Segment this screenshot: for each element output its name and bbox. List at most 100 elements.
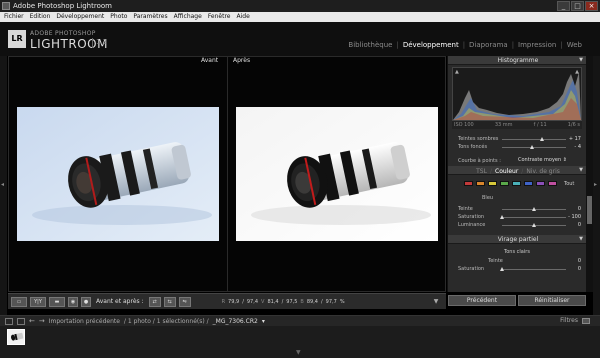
remove-spots-tool-icon[interactable]: ● — [81, 296, 91, 307]
copy-before-to-after-button[interactable]: ⇄ — [148, 296, 161, 307]
histogram[interactable]: ▲ ▲ — [452, 67, 582, 121]
chevron-down-icon[interactable]: ▾ — [262, 318, 265, 325]
toolbar-menu-chevron-icon[interactable]: ▼ — [431, 297, 441, 307]
second-window-icon[interactable] — [17, 317, 25, 325]
module-developpement[interactable]: Développement — [399, 41, 463, 49]
slider-knob[interactable] — [500, 215, 504, 219]
swatch-green[interactable] — [500, 181, 509, 186]
filter-switch-icon[interactable] — [582, 318, 590, 324]
slider-row-split-hue[interactable]: Teinte 0 — [448, 257, 586, 265]
slider-label: Luminance — [458, 222, 486, 228]
slider-track[interactable] — [502, 269, 566, 270]
slider-value[interactable]: + 17 — [569, 136, 581, 142]
swatch-purple[interactable] — [536, 181, 545, 186]
menu-fenetre[interactable]: Fenêtre — [208, 12, 231, 22]
swatch-blue[interactable] — [524, 181, 533, 186]
slider-knob[interactable] — [500, 267, 504, 271]
maximize-button[interactable]: □ — [571, 1, 584, 11]
module-bibliotheque[interactable]: Bibliothèque — [344, 41, 396, 49]
slider-value[interactable]: 0 — [578, 222, 581, 228]
tab-niveaux-de-gris[interactable]: Niv. de gris — [526, 166, 560, 177]
right-panel: Histogramme ▼ ▲ ▲ ISO 100 33 mm f / 11 1… — [447, 56, 586, 292]
filmstrip-filename[interactable]: _MG_7306.CR2 — [213, 318, 258, 325]
filmstrip-source[interactable]: Importation précédente — [49, 318, 120, 325]
swap-before-after-button[interactable]: ⇋ — [178, 296, 191, 307]
menu-photo[interactable]: Photo — [110, 12, 127, 22]
menu-developpement[interactable]: Développement — [56, 12, 104, 22]
all-colors-label[interactable]: Tout — [564, 181, 574, 187]
slider-row-hue[interactable]: Teinte 0 — [448, 205, 586, 213]
channel-b-value-after: 97,7 — [325, 298, 337, 305]
left-panel-toggle[interactable]: ◂ — [0, 56, 7, 315]
back-arrow-icon[interactable]: ← — [29, 317, 35, 325]
swatch-red[interactable] — [464, 181, 473, 186]
slider-knob[interactable] — [539, 137, 544, 141]
bottom-panel-toggle-icon[interactable]: ▼ — [296, 349, 301, 356]
iso-value: ISO 100 — [454, 122, 474, 128]
swatch-orange[interactable] — [476, 181, 485, 186]
white-balance-picker-button[interactable]: ▬ — [49, 296, 65, 307]
point-curve-select[interactable]: Contraste moyen ⇕ — [518, 157, 567, 163]
module-web[interactable]: Web — [563, 41, 586, 49]
hsl-header[interactable]: TSL / Couleur / Niv. de gris ▼ — [448, 166, 586, 175]
slider-track[interactable] — [502, 217, 566, 218]
menu-aide[interactable]: Aide — [237, 12, 250, 22]
slider-track[interactable] — [502, 139, 566, 140]
slider-row-split-saturation[interactable]: Saturation 0 — [448, 265, 586, 273]
grid-view-icon[interactable] — [5, 317, 13, 325]
lens-photo-before — [17, 107, 219, 241]
close-button[interactable]: × — [585, 1, 598, 11]
panel-scrollbar[interactable] — [586, 56, 593, 292]
slider-value[interactable]: 0 — [578, 258, 581, 264]
channel-b-label: B — [300, 298, 304, 305]
minimize-button[interactable]: _ — [557, 1, 570, 11]
identity-plate: LR ADOBE PHOTOSHOP LIGHTROOM 1.3 Bibliot… — [0, 22, 600, 56]
slider-knob[interactable] — [530, 145, 535, 149]
menu-fichier[interactable]: Fichier — [4, 12, 24, 22]
slider-value[interactable]: - 100 — [568, 214, 581, 220]
swatch-aqua[interactable] — [512, 181, 521, 186]
highlight-clipping-icon[interactable]: ▲ — [575, 69, 579, 75]
app-icon — [2, 2, 10, 10]
slider-row-luminance[interactable]: Luminance 0 — [448, 221, 586, 229]
slider-label: Tons foncés — [458, 144, 488, 150]
slider-row-shadows[interactable]: Tons foncés - 4 — [448, 143, 586, 151]
split-toning-header[interactable]: Virage partiel ▼ — [448, 235, 586, 244]
shadow-clipping-icon[interactable]: ▲ — [455, 69, 459, 75]
slider-value[interactable]: 0 — [578, 266, 581, 272]
slider-row-saturation[interactable]: Saturation - 100 — [448, 213, 586, 221]
slider-label: Teinte — [488, 258, 503, 264]
forward-arrow-icon[interactable]: → — [39, 317, 45, 325]
slider-knob[interactable] — [532, 223, 536, 227]
slider-value[interactable]: - 4 — [574, 144, 581, 150]
tab-couleur[interactable]: Couleur — [495, 166, 518, 177]
module-diaporama[interactable]: Diaporama — [465, 41, 512, 49]
slider-label: Teintes sombres — [458, 136, 499, 142]
red-eye-tool-icon[interactable]: ◉ — [68, 296, 78, 307]
scrollbar-thumb[interactable] — [587, 196, 592, 224]
before-after-view-button[interactable]: Y|Y — [30, 296, 46, 307]
histogram-header[interactable]: Histogramme ▼ — [448, 56, 586, 65]
module-impression[interactable]: Impression — [514, 41, 560, 49]
filmstrip-thumbnail[interactable] — [7, 329, 25, 345]
slider-value[interactable]: 0 — [578, 206, 581, 212]
loupe-view-button[interactable]: ▭ — [11, 296, 27, 307]
menu-edition[interactable]: Edition — [30, 12, 51, 22]
menu-parametres[interactable]: Paramètres — [133, 12, 167, 22]
slider-row-darks[interactable]: Teintes sombres + 17 — [448, 135, 586, 143]
slider-knob[interactable] — [532, 207, 536, 211]
right-panel-toggle[interactable]: ▸ — [593, 56, 600, 315]
before-photo[interactable] — [17, 107, 219, 241]
expand-left-icon: ◂ — [1, 181, 5, 188]
previous-button[interactable]: Précédent — [448, 295, 516, 306]
swatch-yellow[interactable] — [488, 181, 497, 186]
reset-button[interactable]: Réinitialiser — [518, 295, 586, 306]
after-photo[interactable] — [236, 107, 438, 241]
copy-after-to-before-button[interactable]: ⇆ — [163, 296, 176, 307]
thumbnail-lens-image — [8, 330, 24, 344]
tab-tsl[interactable]: TSL — [476, 166, 487, 177]
selected-color-row: Bleu — [448, 194, 586, 202]
swatch-magenta[interactable] — [548, 181, 557, 186]
menu-affichage[interactable]: Affichage — [174, 12, 202, 22]
window-controls: _ □ × — [557, 1, 598, 11]
